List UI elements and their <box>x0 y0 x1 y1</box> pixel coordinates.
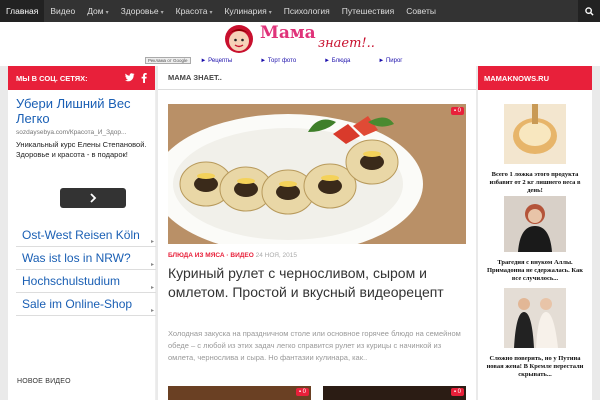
spoon-cream-image <box>504 104 566 164</box>
post-category[interactable]: БЛЮДА ИЗ МЯСА · ВИДЕО <box>168 252 254 259</box>
chevron-right-icon <box>90 193 97 203</box>
nav-item-cooking[interactable]: Кулинария ▾ <box>218 0 277 22</box>
nav-item-home-section[interactable]: Дом ▾ <box>81 0 114 22</box>
ad-title[interactable]: Убери Лишний Вес Легко <box>16 96 154 126</box>
chevron-down-icon: ▾ <box>105 10 109 16</box>
comment-count-badge[interactable]: ▪ 0 <box>450 388 464 396</box>
teaser-caption[interactable]: Всего 1 ложка этого продукта избавит от … <box>486 171 584 195</box>
teaser-image[interactable] <box>504 196 566 257</box>
nav-item-health[interactable]: Здоровье ▾ <box>115 0 170 22</box>
ad-description: Уникальный курс Елены Степановой. Здоров… <box>16 140 147 159</box>
post-thumbnail[interactable]: ▪ 0 <box>168 386 311 400</box>
google-ad-box[interactable]: Убери Лишний Вес Легко sozdaysebya.com/К… <box>16 96 154 214</box>
teaser-card[interactable]: Трагедия с внуком Аллы. Примадонна не сд… <box>486 196 584 283</box>
teaser-card[interactable]: Всего 1 ложка этого продукта избавит от … <box>486 104 584 195</box>
ad-link-recipes[interactable]: ► Рецепты <box>201 58 233 64</box>
teaser-caption[interactable]: Сложно поверить, но у Путина новая жена!… <box>486 355 584 379</box>
comment-count-badge[interactable]: ▪ 0 <box>295 388 309 396</box>
comment-icon: ▪ <box>453 108 456 114</box>
main-content: МАМА ЗНАЕТ.. ▪ 0 БЛЮДА ИЗ МЯСА · ВИДЕО 2… <box>158 66 476 400</box>
ad-link-dishes[interactable]: ► Блюда <box>324 58 350 64</box>
teaser-caption[interactable]: Трагедия с внуком Аллы. Примадонна не сд… <box>486 259 584 283</box>
ad-link-item[interactable]: Sale im Online-Shop ▸ <box>16 293 156 316</box>
comment-icon: ▪ <box>298 389 301 395</box>
post-date: 24 НОЯ, 2015 <box>255 252 298 259</box>
search-button[interactable] <box>578 0 600 22</box>
logo-text-sub: знает!.. <box>318 36 375 51</box>
ad-link-pie[interactable]: ► Пирог <box>378 58 402 64</box>
logo-text-main: Мама <box>260 23 316 43</box>
post-meta: БЛЮДА ИЗ МЯСА · ВИДЕО 24 НОЯ, 2015 <box>168 252 297 259</box>
teaser-image[interactable] <box>504 288 566 353</box>
search-icon <box>584 6 594 16</box>
post-excerpt: Холодная закуска на праздничном столе ил… <box>168 329 461 362</box>
nav-item-psychology[interactable]: Психология <box>278 0 336 22</box>
ad-link-item[interactable]: Ost-West Reisen Köln ▸ <box>16 224 156 247</box>
new-video-heading: НОВОЕ ВИДЕО <box>17 378 71 385</box>
partner-heading: MAMAKNOWS.RU <box>478 66 592 90</box>
teaser-card[interactable]: Сложно поверить, но у Путина новая жена!… <box>486 288 584 379</box>
facebook-icon[interactable] <box>141 73 147 83</box>
ad-link-item[interactable]: Was ist los in NRW? ▸ <box>16 247 156 270</box>
post-title[interactable]: Куриный рулет с черносливом, сыром и омл… <box>168 264 466 302</box>
ad-link-cake-photo[interactable]: ► Торт фото <box>260 58 296 64</box>
ad-url[interactable]: sozdaysebya.com/Красота_И_Здор... <box>16 129 154 136</box>
chevron-down-icon: ▾ <box>209 10 213 16</box>
nav-item-beauty[interactable]: Красота ▾ <box>170 0 219 22</box>
caret-right-icon: ▸ <box>150 308 154 314</box>
social-heading: МЫ В СОЦ. СЕТЯХ: <box>8 66 155 90</box>
twitter-icon[interactable] <box>125 73 135 82</box>
ad-links-bar: Реклама от Google ► Рецепты ► Торт фото … <box>145 56 430 65</box>
nav-item-video[interactable]: Видео <box>44 0 81 22</box>
right-sidebar: MAMAKNOWS.RU Всего 1 ложка этого продукт… <box>478 66 592 400</box>
chevron-down-icon: ▾ <box>268 10 272 16</box>
left-sidebar: МЫ В СОЦ. СЕТЯХ: Убери Лишний Вес Легко … <box>8 66 156 400</box>
ad-open-button[interactable] <box>60 188 126 208</box>
nav-item-home[interactable]: Главная <box>0 0 45 22</box>
chevron-down-icon: ▾ <box>160 10 164 16</box>
mom-face-logo-icon <box>225 25 253 53</box>
celebrity-photo-image <box>504 196 566 252</box>
post-thumbnail[interactable]: ▪ 0 <box>323 386 466 400</box>
ad-link-list: Ost-West Reisen Köln ▸ Was ist los in NRW… <box>16 224 156 316</box>
chicken-roll-dish-image <box>168 104 466 244</box>
comment-icon: ▪ <box>453 389 456 395</box>
top-navigation: Главная Видео Дом ▾ Здоровье ▾ Красота ▾ Ку… <box>0 0 600 22</box>
site-header: Мама знает!.. Реклама от Google ► Рецепт… <box>0 22 600 66</box>
google-ads-label[interactable]: Реклама от Google <box>145 57 191 64</box>
nav-item-travel[interactable]: Путешествия <box>336 0 400 22</box>
comment-count-badge[interactable]: ▪ 0 <box>450 107 464 115</box>
site-logo[interactable]: Мама знает!.. <box>222 22 392 58</box>
teaser-image[interactable] <box>504 104 566 169</box>
section-heading: МАМА ЗНАЕТ.. <box>158 66 476 90</box>
nav-item-tips[interactable]: Советы <box>400 0 442 22</box>
featured-post-image[interactable]: ▪ 0 <box>168 104 466 244</box>
couple-photo-image <box>504 288 566 348</box>
ad-link-item[interactable]: Hochschulstudium ▸ <box>16 270 156 293</box>
